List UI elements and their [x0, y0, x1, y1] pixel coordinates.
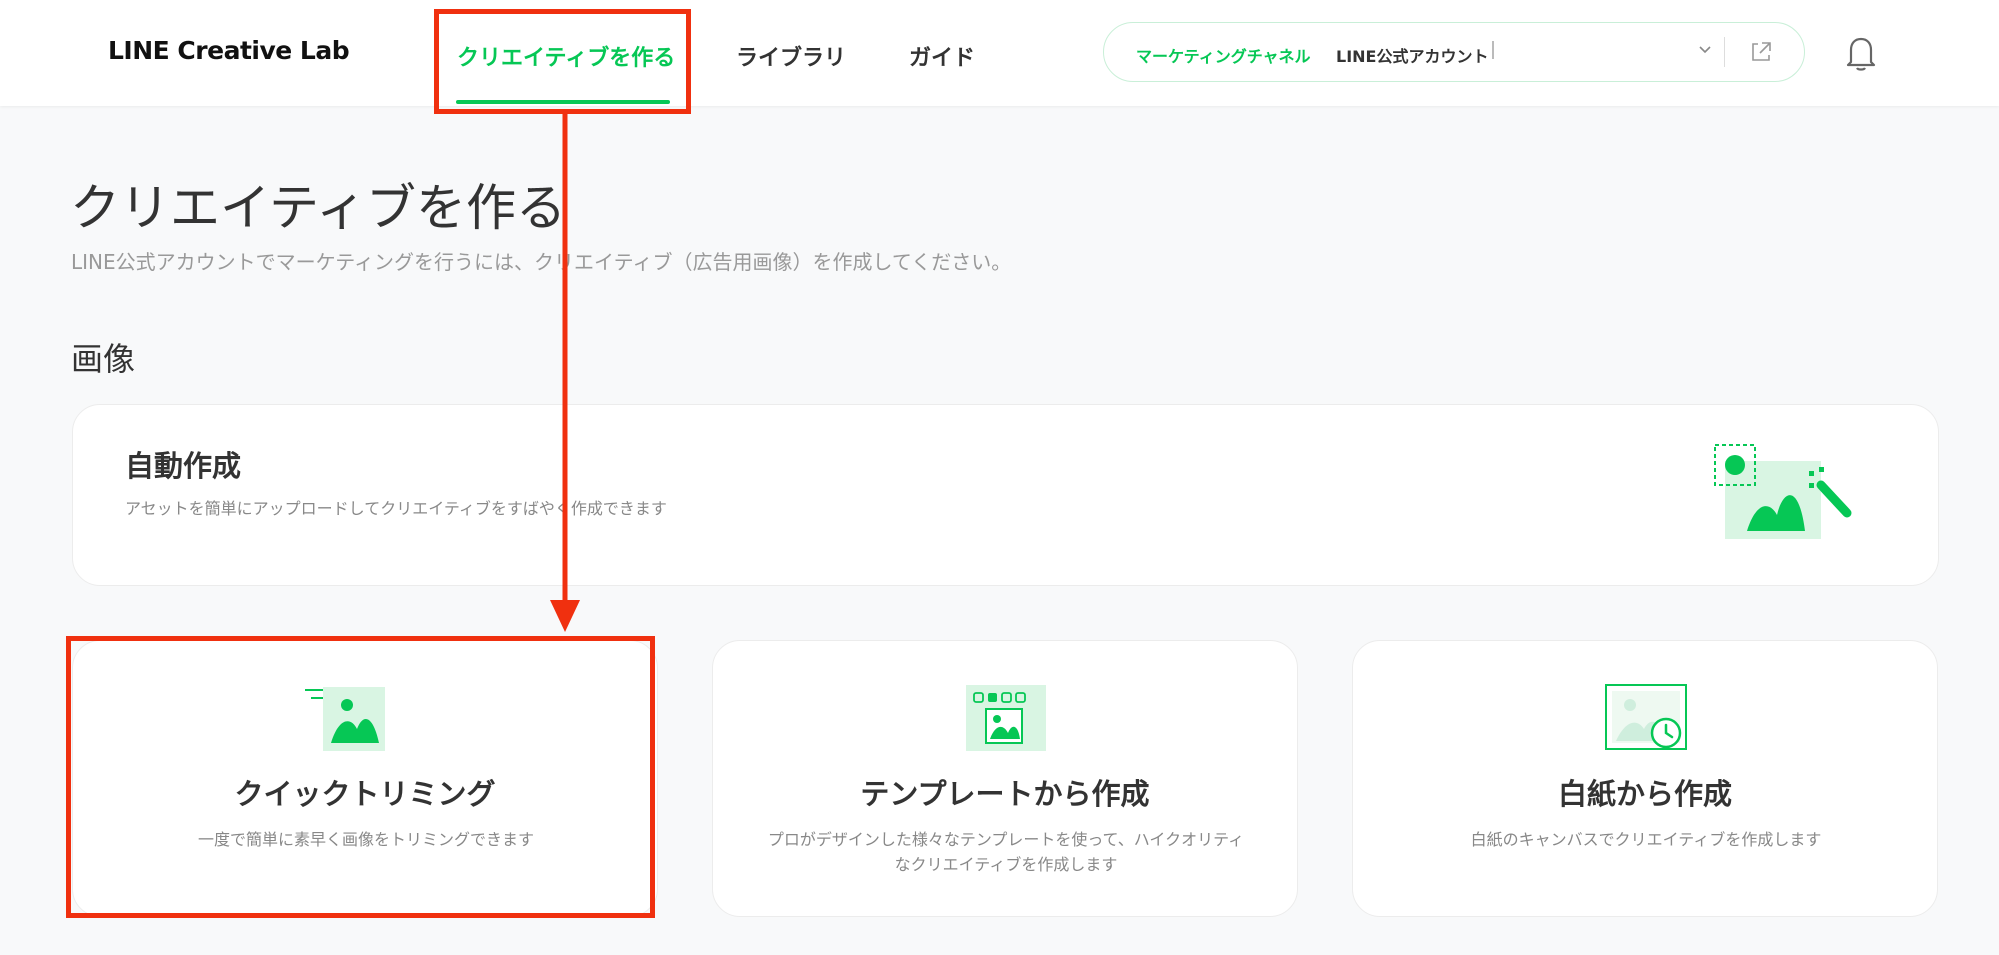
- divider: [1724, 37, 1725, 67]
- annotation-highlight-nav: [434, 9, 691, 114]
- blank-canvas-desc: 白紙のキャンバスでクリエイティブを作成します: [1470, 830, 1822, 849]
- nav-library[interactable]: ライブラリ: [736, 40, 846, 72]
- text-cursor: [1492, 41, 1494, 59]
- annotation-highlight-card: [66, 636, 655, 918]
- template-card[interactable]: テンプレートから作成 プロがデザインした様々なテンプレートを使って、ハイクオリテ…: [712, 640, 1298, 917]
- nav-guide[interactable]: ガイド: [909, 40, 975, 72]
- channel-name: LINE公式アカウント: [1336, 47, 1489, 66]
- template-desc: プロがデザインした様々なテンプレートを使って、ハイクオリティなクリエイティブを作…: [767, 830, 1245, 874]
- logo[interactable]: LINE Creative Lab: [108, 36, 350, 65]
- template-title: テンプレートから作成: [860, 777, 1150, 811]
- external-link-icon[interactable]: [1748, 39, 1774, 65]
- section-title-image: 画像: [71, 340, 136, 378]
- blank-canvas-icon: [1605, 684, 1687, 750]
- channel-label: マーケティングチャネル: [1136, 47, 1311, 66]
- channel-selector[interactable]: マーケティングチャネル LINE公式アカウント: [1103, 22, 1805, 82]
- notification-bell-icon[interactable]: [1843, 33, 1879, 73]
- top-header: LINE Creative Lab クリエイティブを作る ライブラリ ガイド マ…: [0, 0, 1999, 106]
- auto-create-icon: [1714, 444, 1852, 539]
- page-title: クリエイティブを作る: [70, 179, 566, 237]
- blank-canvas-card[interactable]: 白紙から作成 白紙のキャンバスでクリエイティブを作成します: [1352, 640, 1938, 917]
- annotation-arrow-down-icon: [550, 112, 580, 632]
- auto-create-title: 自動作成: [125, 449, 242, 483]
- blank-canvas-title: 白紙から作成: [1557, 777, 1732, 811]
- template-icon: [966, 685, 1046, 751]
- chevron-down-icon[interactable]: [1694, 37, 1716, 63]
- auto-create-card[interactable]: 自動作成 アセットを簡単にアップロードしてクリエイティブをすばやく作成できます: [72, 404, 1939, 586]
